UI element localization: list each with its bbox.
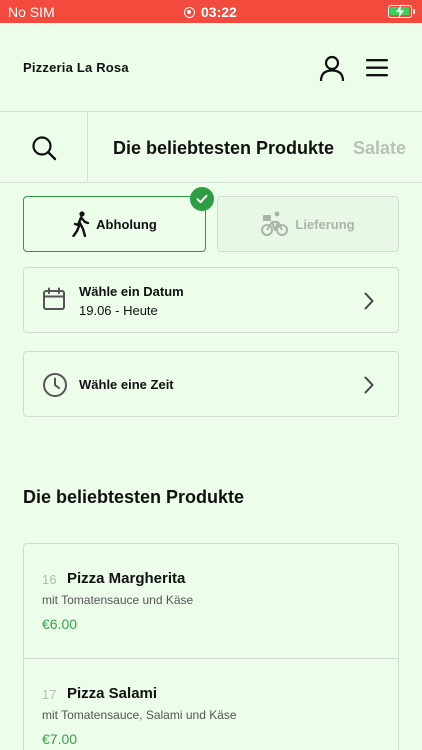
status-bar: No SIM 03:22 [0, 0, 422, 23]
battery-charging-icon [388, 5, 415, 18]
walking-person-icon [72, 211, 90, 237]
recording-indicator-icon [184, 6, 195, 18]
date-picker-value: 19.06 - Heute [79, 303, 158, 318]
pickup-label: Abholung [96, 216, 157, 232]
status-time: 03:22 [201, 4, 237, 20]
profile-button[interactable] [318, 54, 346, 82]
app-header: Pizzeria La Rosa [0, 23, 422, 112]
tab-salads[interactable]: Salate [353, 138, 406, 159]
menu-button[interactable] [364, 57, 390, 79]
time-group: 03:22 [184, 4, 237, 20]
product-number: 16 [42, 572, 57, 587]
user-icon [319, 55, 345, 82]
product-item[interactable]: 16 Pizza Margherita mit Tomatensauce und… [24, 544, 398, 658]
search-icon [31, 135, 56, 160]
date-picker-title: Wähle ein Datum [79, 284, 184, 299]
product-price: €7.00 [42, 731, 78, 747]
product-price: €6.00 [42, 616, 78, 632]
product-description: mit Tomatensauce und Käse [42, 593, 194, 607]
time-picker-title: Wähle eine Zeit [79, 377, 174, 392]
section-title: Die beliebtesten Produkte [23, 487, 245, 507]
product-list: 16 Pizza Margherita mit Tomatensauce und… [23, 543, 399, 750]
pickup-option[interactable]: Abholung [23, 196, 206, 252]
delivery-label: Lieferung [295, 216, 355, 232]
category-bar: Die beliebtesten Produkte Salate [0, 112, 422, 183]
clock-icon [43, 373, 67, 397]
calendar-icon [43, 287, 65, 310]
product-number: 17 [42, 687, 57, 702]
carrier-label: No SIM [8, 4, 55, 20]
bicycle-courier-icon [261, 211, 289, 236]
chevron-right-icon [364, 376, 374, 394]
product-description: mit Tomatensauce, Salami und Käse [42, 708, 237, 722]
hamburger-menu-icon [366, 59, 388, 77]
restaurant-name: Pizzeria La Rosa [23, 60, 129, 75]
time-picker[interactable]: Wähle eine Zeit [23, 351, 399, 417]
product-item[interactable]: 17 Pizza Salami mit Tomatensauce, Salami… [24, 658, 398, 750]
product-name: Pizza Margherita [67, 570, 186, 587]
search-button[interactable] [0, 112, 88, 182]
date-picker[interactable]: Wähle ein Datum 19.06 - Heute [23, 267, 399, 333]
product-name: Pizza Salami [67, 685, 158, 702]
selected-check-icon [190, 187, 214, 211]
tab-popular-products[interactable]: Die beliebtesten Produkte [113, 138, 334, 159]
chevron-right-icon [364, 292, 374, 310]
delivery-option[interactable]: Lieferung [217, 196, 399, 252]
